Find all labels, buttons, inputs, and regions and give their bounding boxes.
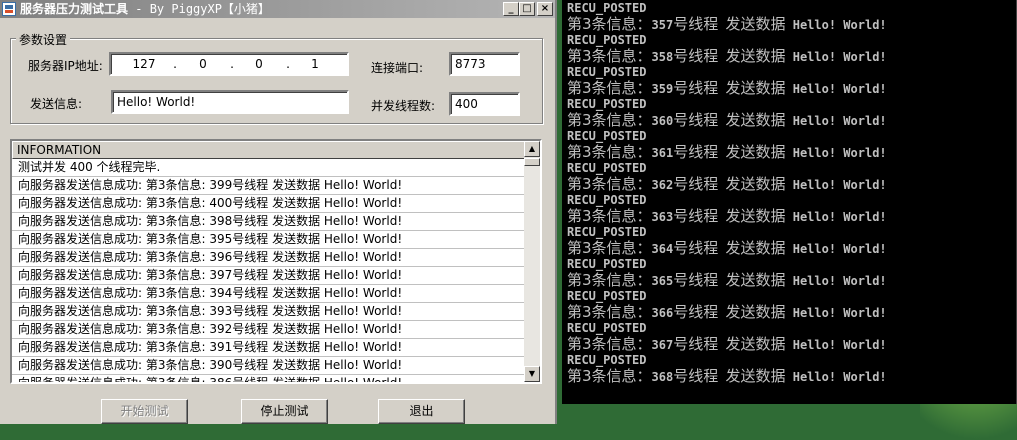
console-posted-line: RECU_POSTED: [567, 353, 647, 367]
maximize-button[interactable]: □: [519, 2, 535, 16]
console-window: RECU_POSTED 第3条信息：357号线程 发送数据 Hello! Wor…: [562, 0, 1017, 404]
console-lines: RECU_POSTED 第3条信息：358号线程 发送数据 Hello! Worl…: [562, 32, 1016, 384]
list-item[interactable]: 向服务器发送信息成功: 第3条信息: 390号线程 发送数据 Hello! Wo…: [12, 357, 526, 375]
console-posted-line: RECU_POSTED: [567, 97, 647, 111]
console-message-line: 第3条信息：363号线程 发送数据 Hello! World!: [567, 207, 887, 225]
console-message-line: 第3条信息：359号线程 发送数据 Hello! World!: [567, 79, 887, 97]
ip-dot-1: .: [173, 57, 177, 71]
list-item[interactable]: 测试并发 400 个线程完毕.: [12, 159, 526, 177]
port-input[interactable]: 8773: [449, 52, 520, 76]
console-posted-line: RECU_POSTED: [567, 33, 647, 47]
console-posted-line: RECU_POSTED: [567, 321, 647, 335]
console-posted-line: RECU_POSTED: [567, 225, 647, 239]
console-message-line: 第3条信息：364号线程 发送数据 Hello! World!: [567, 239, 887, 257]
list-item[interactable]: 向服务器发送信息成功: 第3条信息: 392号线程 发送数据 Hello! Wo…: [12, 321, 526, 339]
console-posted-line: RECU_POSTED: [567, 257, 647, 271]
ip-octet-1[interactable]: 127: [127, 54, 161, 74]
close-button[interactable]: ×: [537, 2, 553, 16]
list-item[interactable]: 向服务器发送信息成功: 第3条信息: 393号线程 发送数据 Hello! Wo…: [12, 303, 526, 321]
ip-octet-4[interactable]: 1: [298, 54, 332, 74]
title-bar[interactable]: 服务器压力测试工具 - By PiggyXP【小猪】 _ □ ×: [0, 0, 555, 18]
params-group-label: 参数设置: [16, 31, 71, 48]
exit-button[interactable]: 退出: [378, 399, 465, 424]
console-posted-line: RECU_POSTED: [567, 193, 647, 207]
ip-dot-2: .: [230, 57, 234, 71]
list-item[interactable]: 向服务器发送信息成功: 第3条信息: 386号线程 发送数据 Hello! Wo…: [12, 375, 526, 382]
ip-octet-3[interactable]: 0: [242, 54, 276, 74]
list-scrollbar[interactable]: ▲ ▼: [524, 141, 540, 382]
console-message-line: 第3条信息：362号线程 发送数据 Hello! World!: [567, 175, 887, 193]
list-item[interactable]: 向服务器发送信息成功: 第3条信息: 397号线程 发送数据 Hello! Wo…: [12, 267, 526, 285]
list-item[interactable]: 向服务器发送信息成功: 第3条信息: 398号线程 发送数据 Hello! Wo…: [12, 213, 526, 231]
console-message-line: 第3条信息：365号线程 发送数据 Hello! World!: [567, 271, 887, 289]
console-posted-line: RECU_POSTED: [567, 1, 647, 15]
stress-test-dialog: 服务器压力测试工具 - By PiggyXP【小猪】 _ □ × 参数设置 服务…: [0, 0, 557, 424]
list-item[interactable]: 向服务器发送信息成功: 第3条信息: 396号线程 发送数据 Hello! Wo…: [12, 249, 526, 267]
list-item[interactable]: 向服务器发送信息成功: 第3条信息: 394号线程 发送数据 Hello! Wo…: [12, 285, 526, 303]
ip-dot-3: .: [286, 57, 290, 71]
threads-label: 并发线程数:: [371, 99, 436, 113]
window-title: 服务器压力测试工具 - By PiggyXP【小猪】: [20, 2, 270, 16]
console-message-line: 第3条信息：357号线程 发送数据 Hello! World!: [567, 15, 887, 33]
message-label: 发送信息:: [30, 97, 83, 111]
list-item[interactable]: 向服务器发送信息成功: 第3条信息: 391号线程 发送数据 Hello! Wo…: [12, 339, 526, 357]
list-item[interactable]: 向服务器发送信息成功: 第3条信息: 400号线程 发送数据 Hello! Wo…: [12, 195, 526, 213]
console-posted-line: RECU_POSTED: [567, 65, 647, 79]
console-message-line: 第3条信息：361号线程 发送数据 Hello! World!: [567, 143, 887, 161]
console-posted-line: RECU_POSTED: [567, 289, 647, 303]
stop-test-button[interactable]: 停止测试: [241, 399, 328, 424]
ip-octet-2[interactable]: 0: [186, 54, 220, 74]
minimize-button[interactable]: _: [503, 2, 519, 16]
scroll-up-arrow-icon[interactable]: ▲: [524, 141, 540, 157]
console-message-line: 第3条信息：360号线程 发送数据 Hello! World!: [567, 111, 887, 129]
information-column-header[interactable]: INFORMATION: [12, 141, 526, 159]
console-message-line: 第3条信息：358号线程 发送数据 Hello! World!: [567, 47, 887, 65]
scroll-thumb[interactable]: [524, 158, 540, 166]
console-posted-line: RECU_POSTED: [567, 161, 647, 175]
server-ip-label: 服务器IP地址:: [28, 59, 103, 73]
scroll-down-arrow-icon[interactable]: ▼: [524, 366, 540, 382]
start-test-button[interactable]: 开始测试: [101, 399, 188, 424]
console-message-line: 第3条信息：367号线程 发送数据 Hello! World!: [567, 335, 887, 353]
server-ip-field[interactable]: 127 . 0 . 0 . 1: [109, 52, 349, 76]
console-posted-line: RECU_POSTED: [567, 129, 647, 143]
threads-input[interactable]: 400: [449, 92, 520, 116]
app-icon: [2, 2, 16, 16]
console-message-line: 第3条信息：366号线程 发送数据 Hello! World!: [567, 303, 887, 321]
list-item[interactable]: 向服务器发送信息成功: 第3条信息: 399号线程 发送数据 Hello! Wo…: [12, 177, 526, 195]
console-message-line: 第3条信息：368号线程 发送数据 Hello! World!: [567, 367, 887, 385]
message-input[interactable]: Hello! World!: [111, 90, 349, 114]
port-label: 连接端口:: [371, 61, 424, 75]
list-item[interactable]: 向服务器发送信息成功: 第3条信息: 395号线程 发送数据 Hello! Wo…: [12, 231, 526, 249]
information-listview[interactable]: INFORMATION 测试并发 400 个线程完毕. 向服务器发送信息成功: 第…: [10, 139, 542, 384]
information-rows: 测试并发 400 个线程完毕. 向服务器发送信息成功: 第3条信息: 399号线程…: [12, 159, 526, 382]
